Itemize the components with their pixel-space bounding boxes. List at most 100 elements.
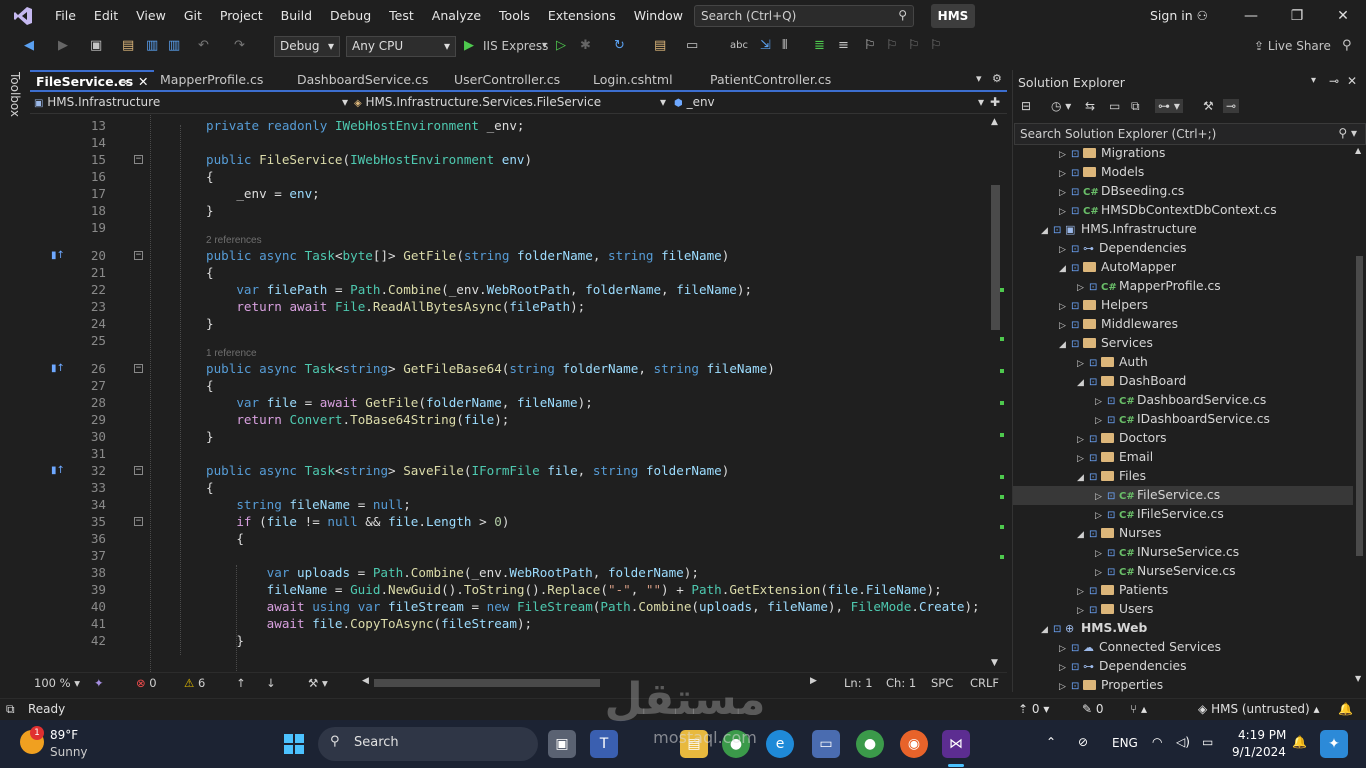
- tree-item-hmsdbcontextdbcontext-cs[interactable]: ▷ ⊡ C# HMSDbContextDbContext.cs: [1013, 201, 1353, 220]
- start-without-debugging-icon[interactable]: ▷: [556, 37, 566, 55]
- code-line[interactable]: 20 ▮↑ − public async Task<byte[]> GetFile(s…: [30, 247, 985, 264]
- tree-item-fileservice-cs[interactable]: ▷ ⊡ C# FileService.cs: [1013, 486, 1353, 505]
- new-project-icon[interactable]: ▣: [90, 37, 102, 55]
- tab-mapperprofile[interactable]: MapperProfile.cs: [154, 70, 291, 90]
- collapse-icon[interactable]: −: [134, 155, 143, 164]
- attach-icon[interactable]: ✱: [580, 37, 591, 55]
- switch-views-icon[interactable]: ⇆: [1085, 99, 1095, 113]
- menu-tools[interactable]: Tools: [490, 0, 539, 32]
- tree-item-dbseeding-cs[interactable]: ▷ ⊡ C# DBseeding.cs: [1013, 182, 1353, 201]
- code-line[interactable]: 25: [30, 332, 985, 349]
- settings-icon[interactable]: ⚙: [992, 72, 1002, 85]
- visual-studio-logo-icon[interactable]: [0, 0, 46, 32]
- tree-item-email[interactable]: ▷ ⊡ Email: [1013, 448, 1353, 467]
- tree-scrollbar[interactable]: ▲ ▼: [1353, 146, 1366, 686]
- sync-off-icon[interactable]: ⊘: [1078, 735, 1088, 749]
- undo-icon[interactable]: ↶: [198, 37, 209, 55]
- implements-icon[interactable]: ▮↑: [51, 247, 65, 264]
- code-editor[interactable]: 13 private readonly IWebHostEnvironment _…: [30, 115, 985, 672]
- forward-icon[interactable]: ▶: [58, 37, 68, 55]
- errors-indicator[interactable]: ⊗ 0: [136, 676, 157, 690]
- member-dropdown[interactable]: ⬢ _env ▾: [674, 95, 984, 113]
- history-icon[interactable]: ◷ ▾: [1051, 99, 1071, 113]
- minimize-button[interactable]: —: [1228, 0, 1274, 32]
- remote-desktop-icon[interactable]: ▭: [812, 730, 840, 758]
- tree-item-migrations[interactable]: ▷ ⊡ Migrations: [1013, 144, 1353, 163]
- menu-view[interactable]: View: [127, 0, 175, 32]
- toolbox-label[interactable]: Toolbox: [8, 72, 22, 117]
- code-line[interactable]: 22 var filePath = Path.Combine(_env.WebR…: [30, 281, 985, 298]
- tree-item-connected-services[interactable]: ▷ ⊡ ☁ Connected Services: [1013, 638, 1353, 657]
- pin-icon[interactable]: ⊸: [118, 74, 128, 89]
- tab-dashboardservice[interactable]: DashboardService.cs: [291, 70, 448, 90]
- tree-item-doctors[interactable]: ▷ ⊡ Doctors: [1013, 429, 1353, 448]
- code-line[interactable]: 34 string fileName = null;: [30, 496, 985, 513]
- tree-item-inurseservice-cs[interactable]: ▷ ⊡ C# INurseService.cs: [1013, 543, 1353, 562]
- indent-icon[interactable]: ≣: [814, 37, 825, 55]
- notifications-icon[interactable]: 🔔: [1338, 702, 1353, 716]
- tree-item-helpers[interactable]: ▷ ⊡ Helpers: [1013, 296, 1353, 315]
- split-icon[interactable]: ✚: [990, 95, 1000, 109]
- code-line[interactable]: 41 await file.CopyToAsync(fileStream);: [30, 615, 985, 632]
- collapse-all-icon[interactable]: ▭: [1109, 99, 1120, 113]
- tree-item-mapperprofile-cs[interactable]: ▷ ⊡ C# MapperProfile.cs: [1013, 277, 1353, 296]
- scroll-down-icon[interactable]: ▼: [991, 658, 998, 668]
- code-line[interactable]: 32 ▮↑ − public async Task<string> SaveFile(…: [30, 462, 985, 479]
- tree-item-services[interactable]: ◢ ⊡ Services: [1013, 334, 1353, 353]
- tree-item-hms-web[interactable]: ◢ ⊡ ⊕ HMS.Web: [1013, 619, 1353, 638]
- back-icon[interactable]: ◀: [24, 37, 34, 55]
- bookmark-icon[interactable]: ⚐: [864, 37, 876, 55]
- language-indicator[interactable]: ENG: [1112, 736, 1138, 750]
- code-line[interactable]: 24}: [30, 315, 985, 332]
- close-button[interactable]: ✕: [1320, 0, 1366, 32]
- chevron-down-icon[interactable]: ▾: [542, 37, 547, 55]
- code-line[interactable]: 38 var uploads = Path.Combine(_env.WebRo…: [30, 564, 985, 581]
- warnings-indicator[interactable]: ⚠ 6: [184, 676, 205, 690]
- scroll-thumb[interactable]: [1356, 256, 1363, 556]
- scroll-left-icon[interactable]: ◀: [362, 676, 369, 686]
- platform-select[interactable]: Any CPU ▾: [346, 36, 456, 57]
- code-line[interactable]: 31: [30, 445, 985, 462]
- show-all-files-icon[interactable]: ⧉: [1131, 99, 1140, 114]
- menu-analyze[interactable]: Analyze: [423, 0, 490, 32]
- tab-patientcontroller[interactable]: PatientController.cs: [704, 70, 860, 90]
- live-share-button[interactable]: ⇪ Live Share: [1254, 37, 1331, 55]
- output-icon[interactable]: ⧉: [6, 702, 15, 717]
- save-icon[interactable]: ▥: [146, 37, 158, 55]
- code-line[interactable]: 28 var file = await GetFile(folderName, …: [30, 394, 985, 411]
- show-hidden-icons-icon[interactable]: ⌃: [1046, 735, 1056, 749]
- pin-icon[interactable]: ⊸: [1329, 74, 1339, 88]
- repository-indicator[interactable]: ◈ HMS (untrusted) ▴: [1198, 702, 1320, 716]
- tree-item-idashboardservice-cs[interactable]: ▷ ⊡ C# IDashboardService.cs: [1013, 410, 1353, 429]
- tab-usercontroller[interactable]: UserController.cs: [448, 70, 588, 90]
- battery-icon[interactable]: ▭: [1202, 735, 1213, 749]
- hot-reload-icon[interactable]: ↻: [614, 37, 625, 55]
- zoom-select[interactable]: 100 % ▾: [34, 676, 80, 690]
- teams-icon[interactable]: T: [590, 730, 618, 758]
- code-line[interactable]: 23 return await File.ReadAllBytesAsync(f…: [30, 298, 985, 315]
- line-ending-indicator[interactable]: CRLF: [970, 676, 999, 690]
- next-issue-icon[interactable]: ↓: [266, 676, 276, 690]
- code-line[interactable]: 37: [30, 547, 985, 564]
- toolbox-strip[interactable]: Toolbox: [0, 66, 30, 691]
- pending-changes-indicator[interactable]: ✎ 0: [1082, 702, 1104, 716]
- tree-item-properties[interactable]: ▷ ⊡ Properties: [1013, 676, 1353, 692]
- implements-icon[interactable]: ▮↑: [51, 360, 65, 377]
- tree-item-dependencies[interactable]: ▷ ⊡ ⊶ Dependencies: [1013, 239, 1353, 258]
- menu-window[interactable]: Window: [625, 0, 692, 32]
- code-line[interactable]: 21 {: [30, 264, 985, 281]
- start-debugging-icon[interactable]: ▶: [464, 37, 474, 55]
- implements-icon[interactable]: ▮↑: [51, 462, 65, 479]
- menu-file[interactable]: File: [46, 0, 85, 32]
- menu-git[interactable]: Git: [175, 0, 211, 32]
- menu-debug[interactable]: Debug: [321, 0, 380, 32]
- code-line[interactable]: 29 return Convert.ToBase64String(file);: [30, 411, 985, 428]
- next-bookmark-icon[interactable]: ⚐: [908, 37, 920, 55]
- prev-bookmark-icon[interactable]: ⚐: [886, 37, 898, 55]
- menu-project[interactable]: Project: [211, 0, 272, 32]
- solution-search-input[interactable]: Search Solution Explorer (Ctrl+;) ⚲ ▾: [1014, 123, 1366, 145]
- weather-text[interactable]: Sunny: [50, 745, 88, 759]
- sign-in-link[interactable]: Sign in ⚇: [1150, 8, 1208, 23]
- code-line[interactable]: 15 − public FileService(IWebHostEnvironmen…: [30, 151, 985, 168]
- search-input[interactable]: Search (Ctrl+Q) ⚲: [694, 5, 914, 27]
